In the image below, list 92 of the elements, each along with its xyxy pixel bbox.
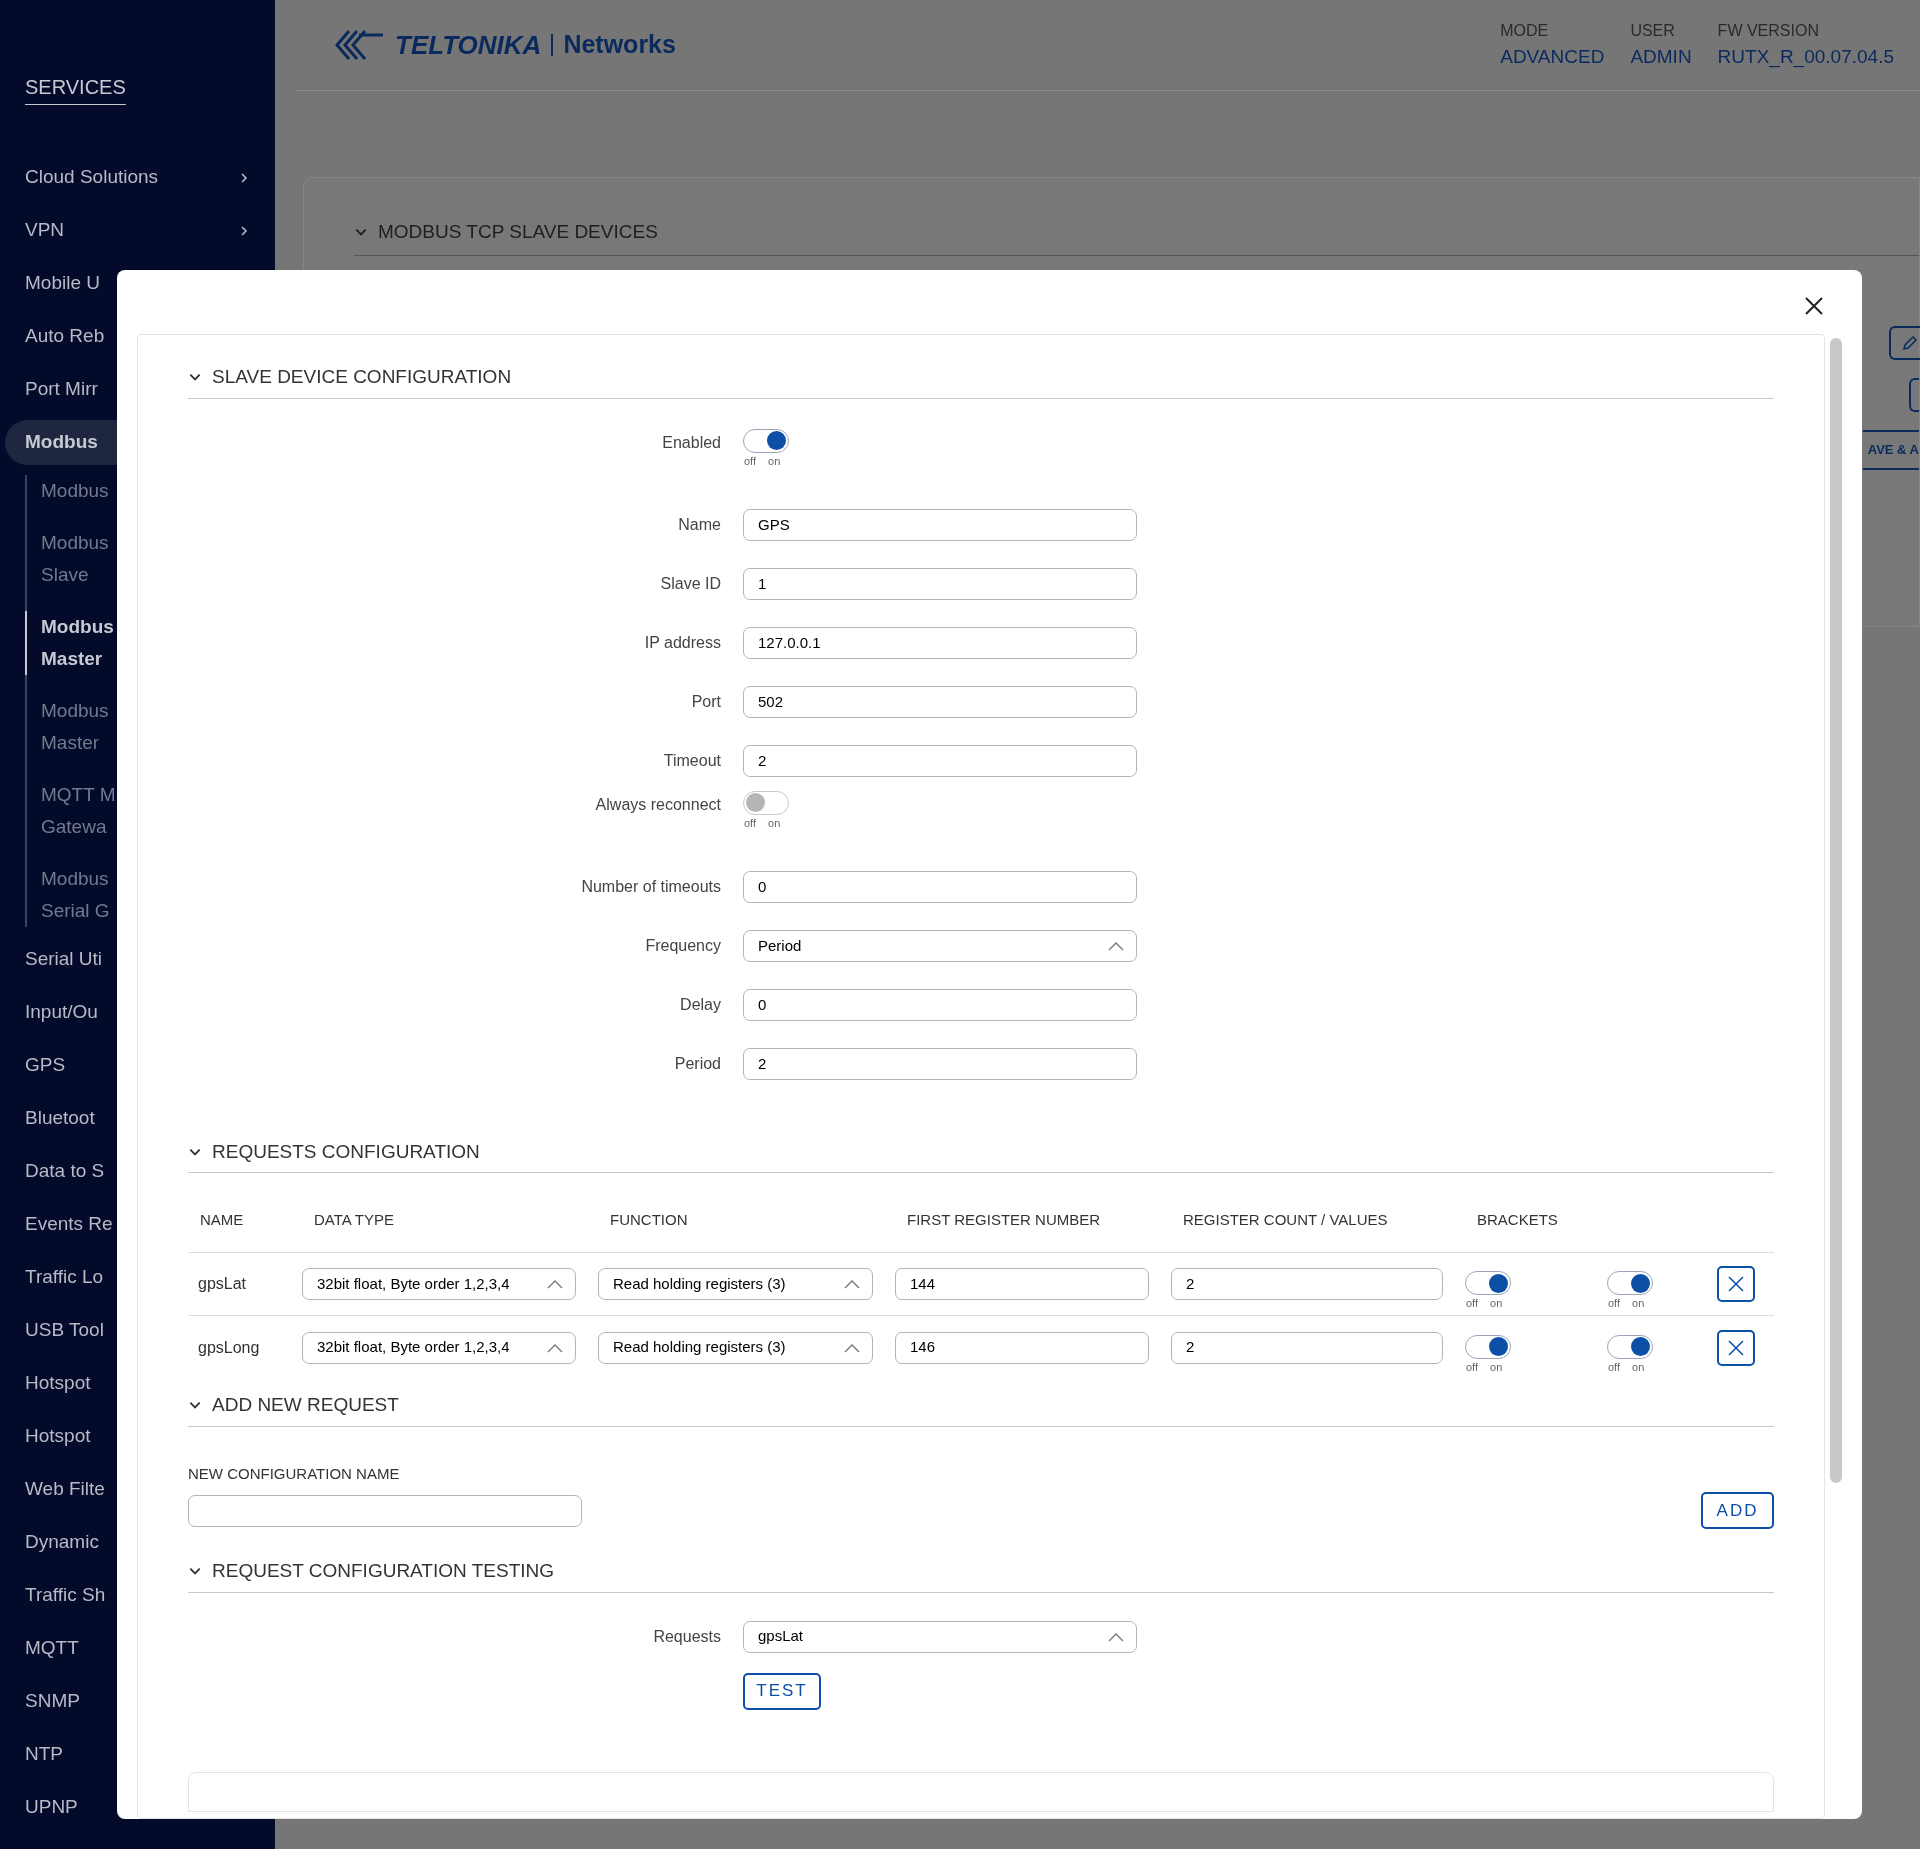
field-label: Number of timeouts — [580, 877, 721, 897]
column-header: FIRST REGISTER NUMBER — [906, 1210, 1102, 1230]
info-value: RUTX_R_00.07.04.5 — [1717, 44, 1894, 70]
column-header: NAME — [199, 1210, 245, 1230]
toggle-switch[interactable] — [1465, 1271, 1511, 1295]
section-heading[interactable]: REQUEST CONFIGURATION TESTING — [212, 1557, 555, 1586]
chevron-right-icon — [238, 224, 250, 237]
field-label: Always reconnect — [594, 794, 721, 815]
toggle-on-label: on — [1632, 1298, 1645, 1309]
info-value: ADMIN — [1630, 44, 1692, 69]
info-label: USER — [1630, 20, 1676, 41]
input-field[interactable]: 0 — [743, 989, 1137, 1021]
section-heading[interactable]: REQUESTS CONFIGURATION — [212, 1137, 480, 1166]
input-field[interactable]: 0 — [743, 871, 1137, 903]
column-header: REGISTER COUNT / VALUES — [1182, 1210, 1389, 1230]
logo-mark-icon — [335, 27, 385, 63]
section-heading[interactable]: SLAVE DEVICE CONFIGURATION — [212, 363, 512, 392]
close-icon — [1804, 296, 1824, 316]
field-label: Period — [673, 1054, 721, 1074]
close-icon — [1727, 1338, 1745, 1357]
toggle-switch[interactable] — [1465, 1334, 1511, 1359]
select-dropdown[interactable]: 32bit float, Byte order 1,2,3,4 — [302, 1268, 576, 1300]
field-label: Requests — [652, 1626, 721, 1647]
edit-button[interactable] — [1889, 325, 1920, 360]
toggle-switch[interactable] — [743, 790, 789, 815]
toggle-off-label: off — [744, 455, 757, 467]
toggle-switch[interactable] — [743, 428, 789, 453]
toggle-switch[interactable] — [1607, 1334, 1653, 1359]
info-label: MODE — [1500, 20, 1550, 41]
field-label: Name — [677, 515, 721, 535]
info-label: FW VERSION — [1717, 20, 1820, 41]
input-field[interactable]: 144 — [895, 1268, 1149, 1300]
select-dropdown[interactable]: Period — [743, 930, 1137, 962]
input-field[interactable]: 146 — [895, 1331, 1149, 1364]
table-cell-text: gpsLong — [197, 1337, 261, 1358]
field-label: Timeout — [662, 751, 721, 771]
small-button[interactable] — [1909, 377, 1919, 412]
select-dropdown[interactable]: Read holding registers (3) — [598, 1268, 873, 1300]
add-button[interactable]: ADD — [1701, 1492, 1774, 1529]
input-field[interactable]: 2 — [743, 1048, 1137, 1080]
input-field[interactable]: 127.0.0.1 — [743, 627, 1137, 659]
section-heading[interactable]: ADD NEW REQUEST — [212, 1391, 399, 1420]
toggle-off-label: off — [1466, 1361, 1479, 1373]
select-dropdown[interactable]: 32bit float, Byte order 1,2,3,4 — [302, 1331, 576, 1364]
close-icon — [1727, 1275, 1745, 1293]
chevron-up-icon — [844, 1342, 860, 1353]
info-value: ADVANCED — [1500, 44, 1605, 69]
chevron-up-icon — [547, 1279, 563, 1289]
sidebar-item[interactable]: Cloud Solutions — [25, 155, 275, 200]
column-header: BRACKETS — [1476, 1210, 1559, 1230]
input-field[interactable]: 2 — [1171, 1331, 1443, 1364]
toggle-switch[interactable] — [1607, 1271, 1653, 1295]
toggle-off-label: off — [1608, 1361, 1621, 1373]
select-dropdown[interactable]: Read holding registers (3) — [598, 1331, 873, 1364]
toggle-on-label: on — [768, 455, 781, 467]
toggle-on-label: on — [1490, 1298, 1503, 1309]
toggle-on-label: on — [1632, 1361, 1645, 1373]
field-label: Delay — [679, 995, 721, 1015]
input-field[interactable]: 2 — [743, 745, 1137, 777]
chevron-up-icon — [547, 1342, 563, 1353]
scrollbar[interactable] — [1830, 338, 1842, 1483]
delete-button[interactable] — [1717, 1266, 1755, 1302]
toggle-off-label: off — [1466, 1298, 1479, 1309]
chevron-up-icon — [1108, 941, 1124, 951]
table-cell-text: gpsLat — [197, 1274, 248, 1294]
toggle-on-label: on — [1490, 1361, 1503, 1373]
chevron-up-icon — [1108, 1631, 1124, 1642]
column-header: DATA TYPE — [313, 1210, 396, 1230]
sidebar-item[interactable]: VPN — [25, 208, 275, 253]
delete-button[interactable] — [1717, 1329, 1755, 1366]
new-configuration-name-field[interactable] — [188, 1495, 582, 1527]
select-dropdown[interactable]: gpsLat — [743, 1620, 1137, 1653]
toggle-off-label: off — [1608, 1298, 1621, 1309]
toggle-off-label: off — [744, 817, 757, 829]
field-label: Enabled — [661, 432, 721, 453]
toggle-on-label: on — [768, 817, 781, 829]
sidebar-section-title: SERVICES — [25, 72, 126, 105]
field-label: Port — [690, 692, 721, 712]
input-field[interactable]: 502 — [743, 686, 1137, 718]
column-header: FUNCTION — [609, 1210, 689, 1230]
field-label: NEW CONFIGURATION NAME — [188, 1463, 401, 1484]
card-heading[interactable]: MODBUS TCP SLAVE DEVICES — [378, 218, 658, 247]
input-field[interactable]: 1 — [743, 568, 1137, 600]
field-label: IP address — [643, 633, 721, 653]
chevron-right-icon — [238, 171, 250, 184]
input-field[interactable]: 2 — [1171, 1268, 1443, 1300]
chevron-up-icon — [844, 1279, 860, 1289]
field-label: Frequency — [644, 936, 721, 956]
pencil-icon — [1901, 333, 1919, 352]
test-button[interactable]: TEST — [743, 1672, 821, 1710]
input-field[interactable]: GPS — [743, 509, 1137, 541]
field-label: Slave ID — [659, 574, 721, 594]
